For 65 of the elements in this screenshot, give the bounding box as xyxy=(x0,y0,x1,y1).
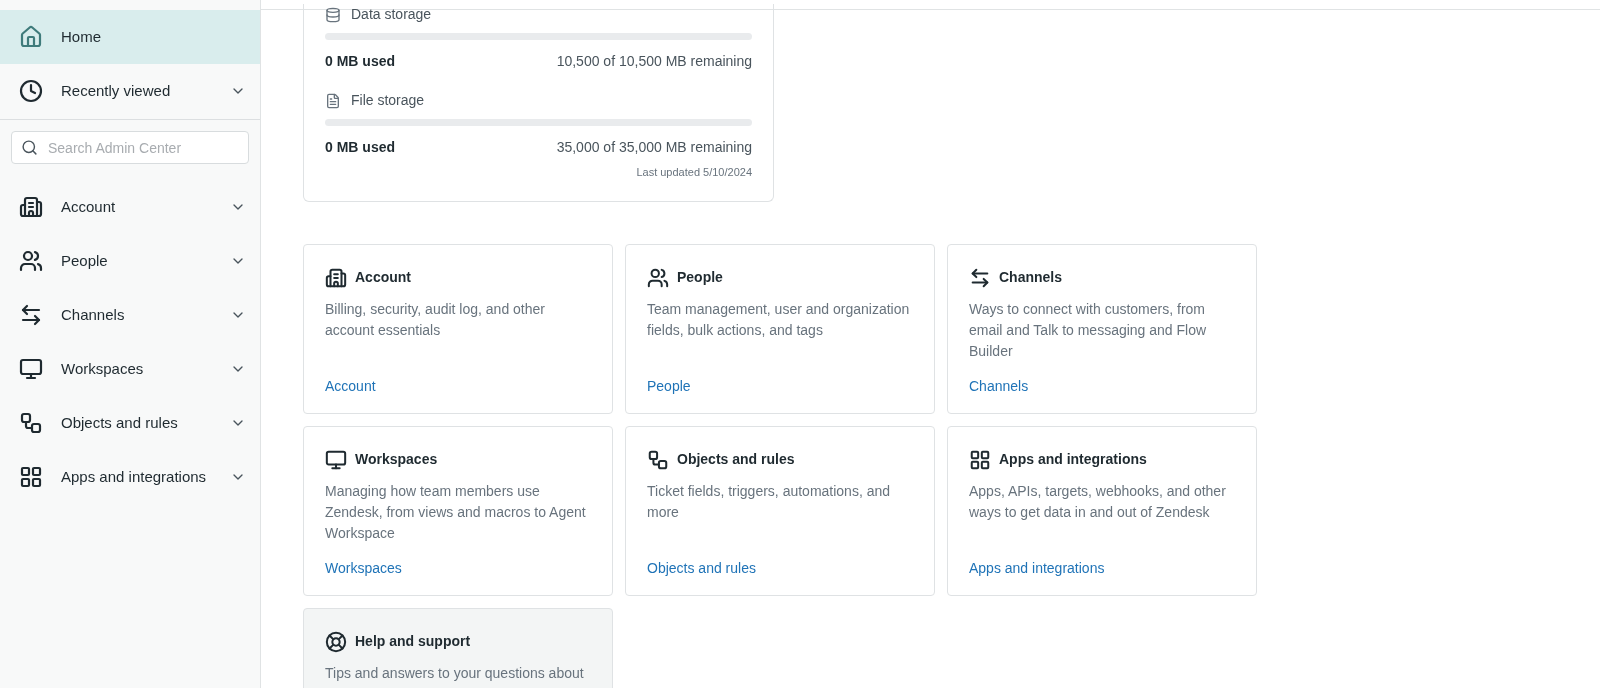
category-card[interactable]: Apps and integrations Apps, APIs, targets, webhooks, and other ways to get data in and out of Zendesk Apps and integrations xyxy=(947,425,1257,596)
remaining-amount: 35,000 of 35,000 MB remaining xyxy=(556,138,752,157)
arrows-icon xyxy=(19,303,43,327)
nav-item[interactable]: Objects and rules xyxy=(0,396,260,450)
card-title: Account xyxy=(355,268,411,287)
card-title: Channels xyxy=(999,268,1062,287)
card-title: People xyxy=(677,268,723,287)
monitor-icon xyxy=(325,448,347,471)
remaining-amount: 10,500 of 10,500 MB remaining xyxy=(556,52,752,71)
nav-item[interactable]: Recently viewed xyxy=(0,64,260,118)
nav-label: People xyxy=(61,250,109,271)
nav-label: Apps and integrations xyxy=(61,466,208,487)
used-amount: 0 MB used xyxy=(325,52,395,71)
card-title: Workspaces xyxy=(355,450,438,469)
nav-label: Recently viewed xyxy=(61,80,172,101)
card-link[interactable]: Channels xyxy=(969,375,1235,397)
nav-item[interactable]: Home xyxy=(0,10,260,64)
search-icon xyxy=(21,139,38,156)
nav-label: Account xyxy=(61,196,117,217)
last-updated: Last updated 5/10/2024 xyxy=(636,165,752,180)
card-description: Tips and answers to your questions about xyxy=(325,663,585,683)
arrows-icon xyxy=(969,266,991,289)
card-description: Ways to connect with customers, from email and Talk to messaging and Flow Builder xyxy=(969,299,1208,361)
meter-title: File storage xyxy=(351,91,425,110)
card-link[interactable]: Workspaces xyxy=(325,557,591,579)
category-card[interactable]: Help and support Tips and answers to your questions about xyxy=(303,607,613,688)
card-link[interactable]: People xyxy=(647,375,913,397)
lifebuoy-icon xyxy=(325,630,347,653)
nav-label: Workspaces xyxy=(61,358,145,379)
category-card[interactable]: Objects and rules Ticket fields, triggers, automations, and more Objects and rules xyxy=(625,425,935,596)
building-icon xyxy=(19,195,43,219)
database-icon xyxy=(325,6,341,23)
card-description: Managing how team members use Zendesk, from views and macros to Agent Workspace xyxy=(325,481,587,543)
people-icon xyxy=(19,249,43,273)
card-description: Apps, APIs, targets, webhooks, and other ways to get data in and out of Zendesk xyxy=(969,481,1227,522)
card-title: Apps and integrations xyxy=(999,450,1147,469)
meter-title: Data storage xyxy=(351,5,432,24)
category-card[interactable]: People Team management, user and organization fields, bulk actions, and tags People xyxy=(625,243,935,414)
card-link[interactable]: Account xyxy=(325,375,591,397)
document-icon xyxy=(325,92,341,109)
card-description: Team management, user and organization fields, bulk actions, and tags xyxy=(647,299,911,340)
people-icon xyxy=(647,266,669,289)
card-link[interactable]: Apps and integrations xyxy=(969,557,1235,579)
nav-item[interactable]: Account xyxy=(0,180,260,234)
nav-label: Objects and rules xyxy=(61,412,179,433)
category-card[interactable]: Workspaces Managing how team members use Zendesk, from views and macros to Agent Workspace Workspaces xyxy=(303,425,613,596)
card-description: Ticket fields, triggers, automations, and more xyxy=(647,481,892,522)
nav-label: Home xyxy=(61,26,102,47)
card-link[interactable]: Objects and rules xyxy=(647,557,913,579)
card-title: Help and support xyxy=(355,632,471,651)
search-field[interactable]: Search Admin Center xyxy=(11,131,249,164)
nav-item[interactable]: Workspaces xyxy=(0,342,260,396)
nav-label: Channels xyxy=(61,304,126,325)
clock-icon xyxy=(19,79,43,103)
home-icon xyxy=(19,25,43,49)
category-card[interactable]: Account Billing, security, audit log, and other account essentials Account xyxy=(303,243,613,414)
used-amount: 0 MB used xyxy=(325,138,395,157)
nav-item[interactable]: People xyxy=(0,234,260,288)
nav-item[interactable]: Channels xyxy=(0,288,260,342)
monitor-icon xyxy=(19,357,43,381)
building-icon xyxy=(325,266,347,289)
nav-item[interactable]: Apps and integrations xyxy=(0,450,260,504)
card-description: Billing, security, audit log, and other account essentials xyxy=(325,299,546,340)
category-card[interactable]: Channels Ways to connect with customers, from email and Talk to messaging and Flow Builder Channels xyxy=(947,243,1257,414)
card-title: Objects and rules xyxy=(677,450,795,469)
